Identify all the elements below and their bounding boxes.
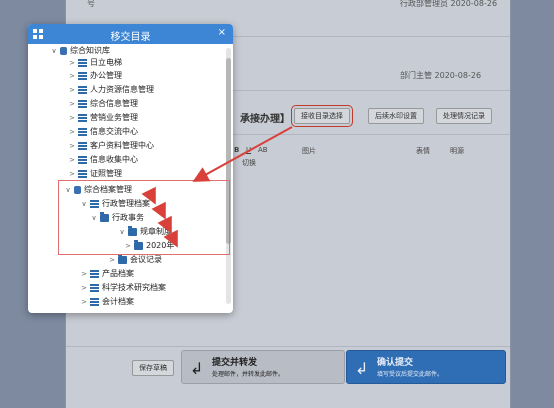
dept-signature: 部门主管 2020-08-26 [400, 71, 482, 80]
tree-node-label: 会计档案 [102, 297, 134, 306]
expand-toggle-icon[interactable]: > [80, 296, 88, 308]
bottom-action-bar: 保存草稿 ↲ 提交并转发 处理邮件，并转发此邮件。 ↲ 确认提交 填写受议后提交… [126, 350, 511, 386]
image-button[interactable]: 图片 [302, 146, 316, 156]
tree-scrollbar[interactable] [226, 48, 231, 304]
stack-icon [78, 59, 87, 67]
expand-toggle-icon[interactable]: > [68, 168, 76, 180]
record-number-label: 号 [87, 0, 95, 8]
submit-forward-subtitle: 处理邮件，并转发此邮件。 [212, 371, 285, 378]
tree-node-label: 客户资料管理中心 [90, 141, 154, 150]
stack-icon [78, 100, 87, 108]
dialog-title: 移交目录 [110, 32, 151, 43]
stack-icon [78, 86, 87, 94]
annotation-highlight-box [58, 180, 230, 255]
directory-tree: ∨ 综合知识库 > 日立电梯 > 办公管理 > 人力资源信息管理 > 综合信息管理 > 营销业务管理 >… [28, 44, 223, 313]
watermark-settings-button[interactable]: 后续水印设置 [368, 108, 424, 124]
tree-node-label: 营销业务管理 [90, 113, 138, 122]
tree-node[interactable]: ∨ 综合知识库 [50, 45, 110, 57]
tree-node-label: 信息交流中心 [90, 127, 138, 136]
expand-toggle-icon[interactable]: > [68, 112, 76, 124]
stack-icon [90, 284, 99, 292]
submit-forward-button[interactable]: ↲ 提交并转发 处理邮件，并转发此邮件。 [181, 350, 345, 384]
expand-toggle-icon[interactable]: > [68, 84, 76, 96]
confirm-submit-button[interactable]: ↲ 确认提交 填写受议后提交此邮件。 [346, 350, 506, 384]
expand-toggle-icon[interactable]: > [68, 126, 76, 138]
tree-node-label: 会议记录 [130, 255, 162, 264]
tree-node[interactable]: > 会议记录 [108, 254, 162, 266]
submit-forward-title: 提交并转发 [212, 358, 258, 368]
tree-node[interactable]: > 客户资料管理中心 [68, 140, 154, 152]
tree-node[interactable]: > 证照管理 [68, 168, 122, 180]
top-signature: 行政部管理员 2020-08-26 [400, 0, 498, 8]
tree-node[interactable]: > 信息交流中心 [68, 126, 138, 138]
tree-node[interactable]: > 信息收集中心 [68, 154, 138, 166]
tree-node-label: 综合信息管理 [90, 99, 138, 108]
tree-node-label: 信息收集中心 [90, 155, 138, 164]
stack-icon [90, 298, 99, 306]
collapse-toggle-icon[interactable]: ∨ [50, 45, 58, 57]
emoji-button[interactable]: 表情 [416, 146, 430, 156]
expand-toggle-icon[interactable]: > [68, 98, 76, 110]
tree-node-label: 综合知识库 [70, 46, 110, 55]
stack-icon [90, 270, 99, 278]
tree-node[interactable]: > 办公管理 [68, 70, 122, 82]
stack-icon [78, 142, 87, 150]
tree-node-label: 证照管理 [90, 169, 122, 178]
stack-icon [78, 114, 87, 122]
return-arrow-icon: ↲ [190, 359, 204, 378]
expand-toggle-icon[interactable]: > [68, 140, 76, 152]
section-title: 承接办理】 [240, 114, 290, 125]
expand-toggle-icon[interactable]: > [80, 282, 88, 294]
tree-node-label: 科学技术研究档案 [102, 283, 166, 292]
expand-toggle-icon[interactable]: > [68, 70, 76, 82]
tree-node[interactable]: > 产品档案 [80, 268, 134, 280]
folder-icon [118, 254, 127, 264]
stack-icon [78, 156, 87, 164]
action-toolbar: 承接办理】 接收目录选择 后续水印设置 处理情况记录 [222, 102, 511, 130]
tree-node-label: 办公管理 [90, 71, 122, 80]
font-button[interactable]: 明源 [450, 146, 464, 156]
expand-toggle-icon[interactable]: > [68, 57, 76, 69]
tree-node-label: 人力资源信息管理 [90, 85, 154, 94]
confirm-submit-title: 确认提交 [377, 358, 414, 368]
bold-button[interactable]: B [234, 146, 239, 154]
confirm-submit-subtitle: 填写受议后提交此邮件。 [377, 371, 444, 378]
dialog-header: 移交目录 × [28, 24, 233, 44]
underline-button[interactable]: U [246, 146, 251, 154]
expand-toggle-icon[interactable]: > [108, 254, 116, 266]
tree-node[interactable]: > 营销业务管理 [68, 112, 138, 124]
stack-icon [78, 170, 87, 178]
save-draft-button[interactable]: 保存草稿 [132, 360, 174, 376]
expand-toggle-icon[interactable]: > [80, 268, 88, 280]
database-icon [60, 47, 67, 55]
close-icon[interactable]: × [218, 27, 226, 38]
tree-node[interactable]: > 科学技术研究档案 [80, 282, 166, 294]
divider [66, 346, 510, 347]
receive-directory-button[interactable]: 接收目录选择 [291, 105, 353, 127]
processing-records-button[interactable]: 处理情况记录 [436, 108, 492, 124]
return-arrow-icon: ↲ [355, 359, 369, 378]
stack-icon [78, 72, 87, 80]
strikethrough-button[interactable]: AB [258, 146, 268, 154]
transfer-directory-dialog: 移交目录 × ∨ 综合知识库 > 日立电梯 > 办公管理 > 人力资源信息管理 > 综合信息管理 >… [28, 24, 233, 313]
tree-node[interactable]: > 人力资源信息管理 [68, 84, 154, 96]
switch-mode-button[interactable]: 切换 [242, 158, 256, 168]
stack-icon [78, 128, 87, 136]
editor-toolbar: B U AB 图片 表情 明源 切换 [230, 142, 510, 168]
tree-node[interactable]: > 日立电梯 [68, 57, 122, 69]
tree-node[interactable]: > 会计档案 [80, 296, 134, 308]
tree-node-label: 产品档案 [102, 269, 134, 278]
tree-node[interactable]: > 综合信息管理 [68, 98, 138, 110]
tree-node-label: 日立电梯 [90, 58, 122, 67]
expand-toggle-icon[interactable]: > [68, 154, 76, 166]
